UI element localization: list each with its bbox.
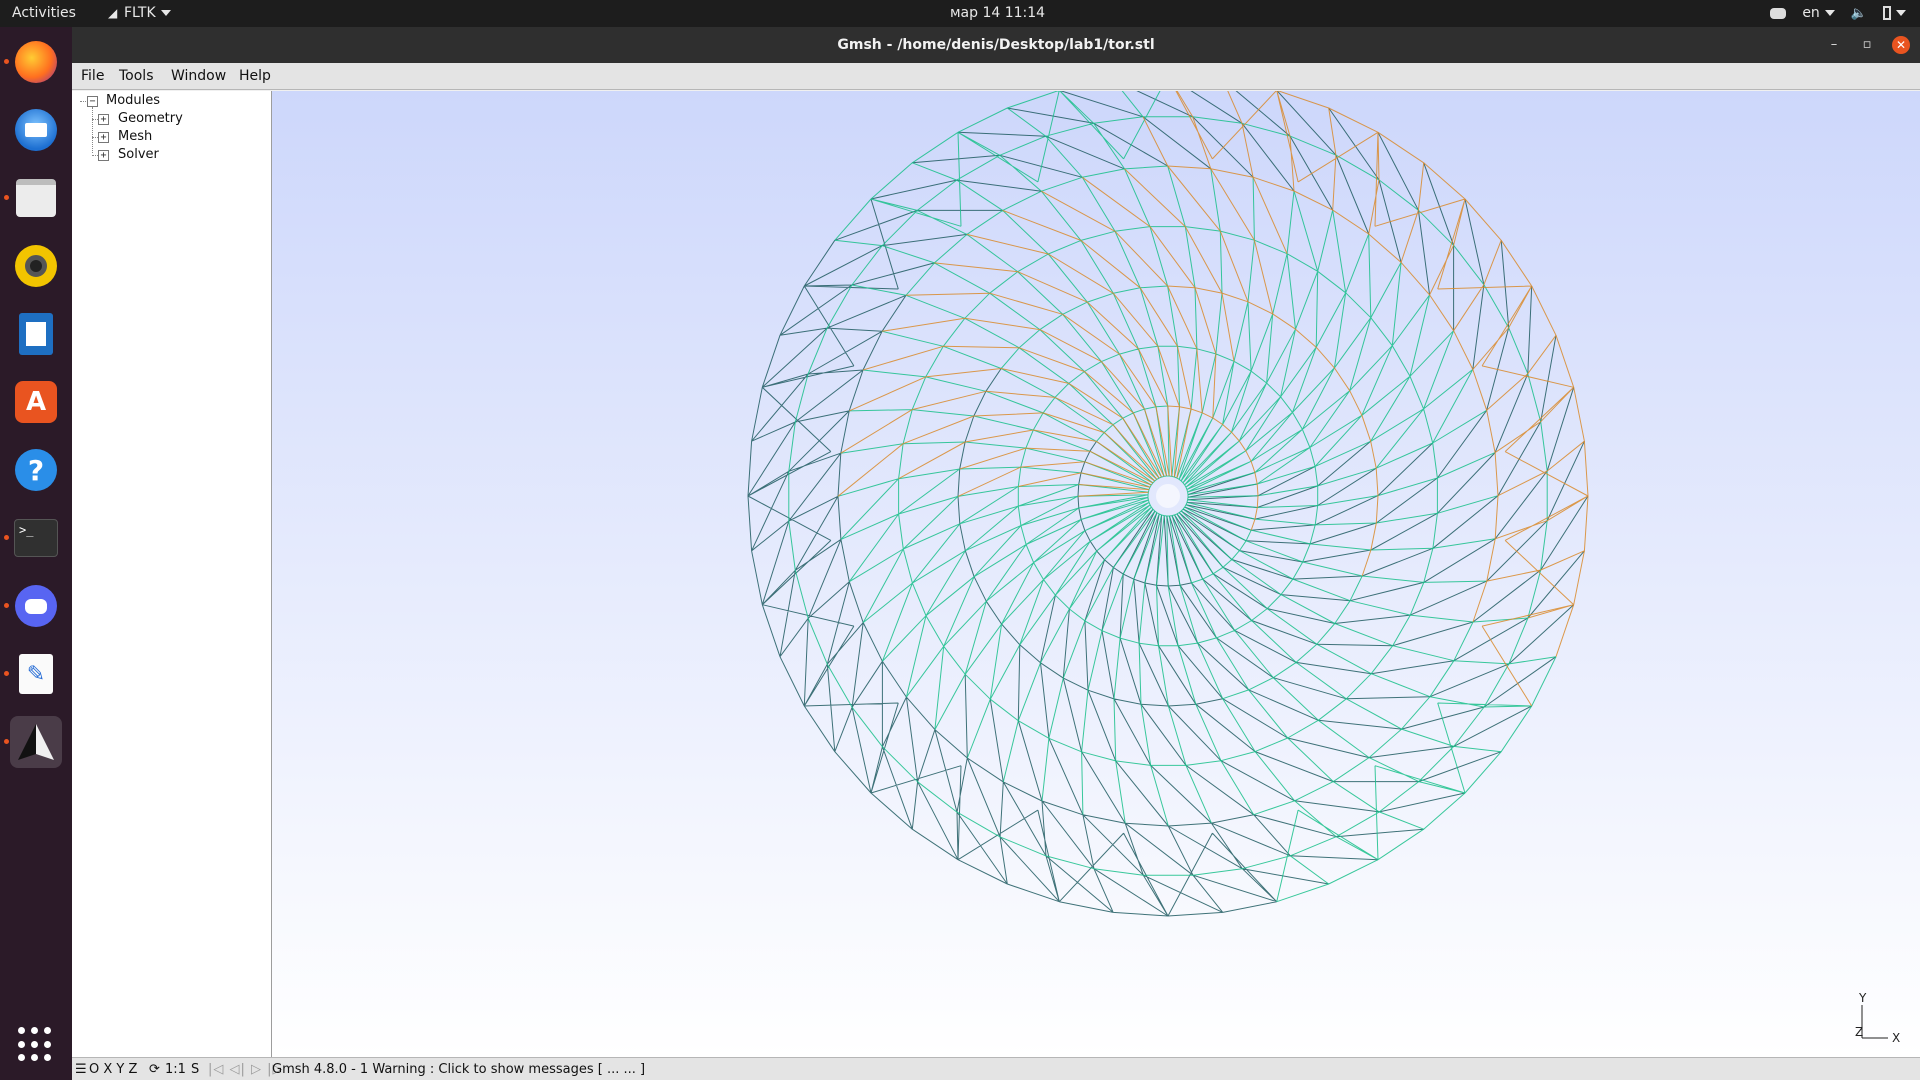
title-bar[interactable]: Gmsh - /home/denis/Desktop/lab1/tor.stl …	[72, 27, 1920, 63]
dock-help[interactable]: ?	[10, 444, 62, 496]
help-icon: ?	[15, 449, 57, 491]
torus-mesh	[747, 91, 1589, 917]
tree-item-geometry[interactable]: Geometry	[118, 110, 183, 128]
discord-tray-icon[interactable]	[1770, 8, 1787, 19]
torus-hole	[1156, 484, 1180, 508]
running-indicator	[4, 739, 9, 744]
running-indicator	[4, 603, 9, 608]
collapse-icon[interactable]: −	[87, 96, 98, 107]
axis-z-label: Z	[1855, 1025, 1863, 1039]
tree-item-solver[interactable]: Solver	[118, 146, 159, 164]
axes-indicator: Y Z X	[1855, 991, 1900, 1045]
power-menu[interactable]	[1883, 0, 1906, 27]
gmsh-window: Gmsh - /home/denis/Desktop/lab1/tor.stl …	[72, 27, 1920, 1080]
minimize-button[interactable]: –	[1825, 36, 1843, 54]
show-apps-button[interactable]	[18, 1027, 54, 1063]
clock[interactable]: мар 14 11:14	[950, 0, 1045, 27]
running-indicator	[4, 535, 9, 540]
top-bar: Activities ◢ FLTK мар 14 11:14 en 🔈	[0, 0, 1920, 27]
expand-icon[interactable]: +	[98, 150, 109, 161]
discord-icon	[15, 585, 57, 627]
menu-tools[interactable]: Tools	[119, 63, 154, 90]
menu-window[interactable]: Window	[171, 63, 226, 90]
language-indicator[interactable]: en	[1802, 0, 1835, 27]
system-tray[interactable]: en 🔈	[1770, 0, 1906, 27]
battery-icon	[1883, 6, 1891, 20]
view-axis-buttons[interactable]: O X Y Z	[89, 1058, 137, 1080]
tree-item-mesh[interactable]: Mesh	[118, 128, 152, 146]
module-tree: − Modules + Geometry + Mesh + Solver ⚙ ▽	[72, 91, 272, 1057]
chevron-down-icon	[160, 10, 171, 16]
dock-firefox[interactable]	[4, 36, 62, 88]
dock: A ? >_ ✎	[0, 27, 72, 1080]
terminal-icon: >_	[14, 519, 58, 557]
app-menu[interactable]: ◢ FLTK	[108, 0, 171, 27]
tree-item-modules[interactable]: Modules	[106, 92, 160, 110]
volume-icon[interactable]: 🔈	[1851, 0, 1867, 27]
tree-connector	[92, 107, 93, 153]
maximize-button[interactable]: ▫	[1858, 36, 1876, 54]
rotate-icon[interactable]: ⟳	[149, 1058, 160, 1080]
graphics-viewport[interactable]: Y Z X	[272, 91, 1920, 1057]
s-button[interactable]: S	[191, 1058, 199, 1080]
dock-discord[interactable]	[4, 580, 62, 632]
dock-files[interactable]	[4, 172, 62, 224]
dock-terminal[interactable]: >_	[4, 512, 62, 564]
status-message[interactable]: Gmsh 4.8.0 - 1 Warning : Click to show m…	[272, 1058, 645, 1080]
activities-button[interactable]: Activities	[12, 0, 76, 27]
language-label: en	[1802, 5, 1820, 21]
app-menu-label: FLTK	[124, 5, 156, 21]
menu-toggle-icon[interactable]: ☰	[75, 1058, 87, 1080]
text-editor-icon: ✎	[19, 654, 53, 694]
expand-icon[interactable]: +	[98, 114, 109, 125]
files-icon	[16, 179, 56, 217]
fltk-icon: ◢	[108, 6, 118, 20]
rhythmbox-icon	[15, 245, 57, 287]
running-indicator	[4, 59, 9, 64]
dock-rhythmbox[interactable]	[10, 240, 62, 292]
status-bar: ☰ O X Y Z ⟳ 1:1 S |◁ ◁| ▷ |▷ Gmsh 4.8.0 …	[72, 1057, 1920, 1080]
firefox-icon	[15, 41, 57, 83]
software-center-icon: A	[15, 381, 57, 423]
thunderbird-icon	[15, 109, 57, 151]
menu-help[interactable]: Help	[239, 63, 271, 90]
running-indicator	[4, 195, 9, 200]
expand-icon[interactable]: +	[98, 132, 109, 143]
menu-file[interactable]: File	[81, 63, 104, 90]
window-title: Gmsh - /home/denis/Desktop/lab1/tor.stl	[837, 37, 1155, 53]
axis-x-label: X	[1892, 1031, 1900, 1045]
chevron-down-icon	[1824, 10, 1835, 16]
close-button[interactable]: ✕	[1892, 36, 1910, 54]
menu-bar: File Tools Window Help	[72, 63, 1920, 90]
libreoffice-writer-icon	[19, 313, 53, 355]
dock-gmsh[interactable]	[4, 716, 62, 768]
axis-y-label: Y	[1858, 991, 1867, 1005]
scale-button[interactable]: 1:1	[165, 1058, 186, 1080]
dock-writer[interactable]	[10, 308, 62, 360]
dock-text-editor[interactable]: ✎	[4, 648, 62, 700]
chevron-down-icon	[1896, 10, 1906, 16]
gmsh-icon	[18, 724, 54, 760]
dock-software[interactable]: A	[10, 376, 62, 428]
dock-thunderbird[interactable]	[10, 104, 62, 156]
running-indicator	[4, 671, 9, 676]
